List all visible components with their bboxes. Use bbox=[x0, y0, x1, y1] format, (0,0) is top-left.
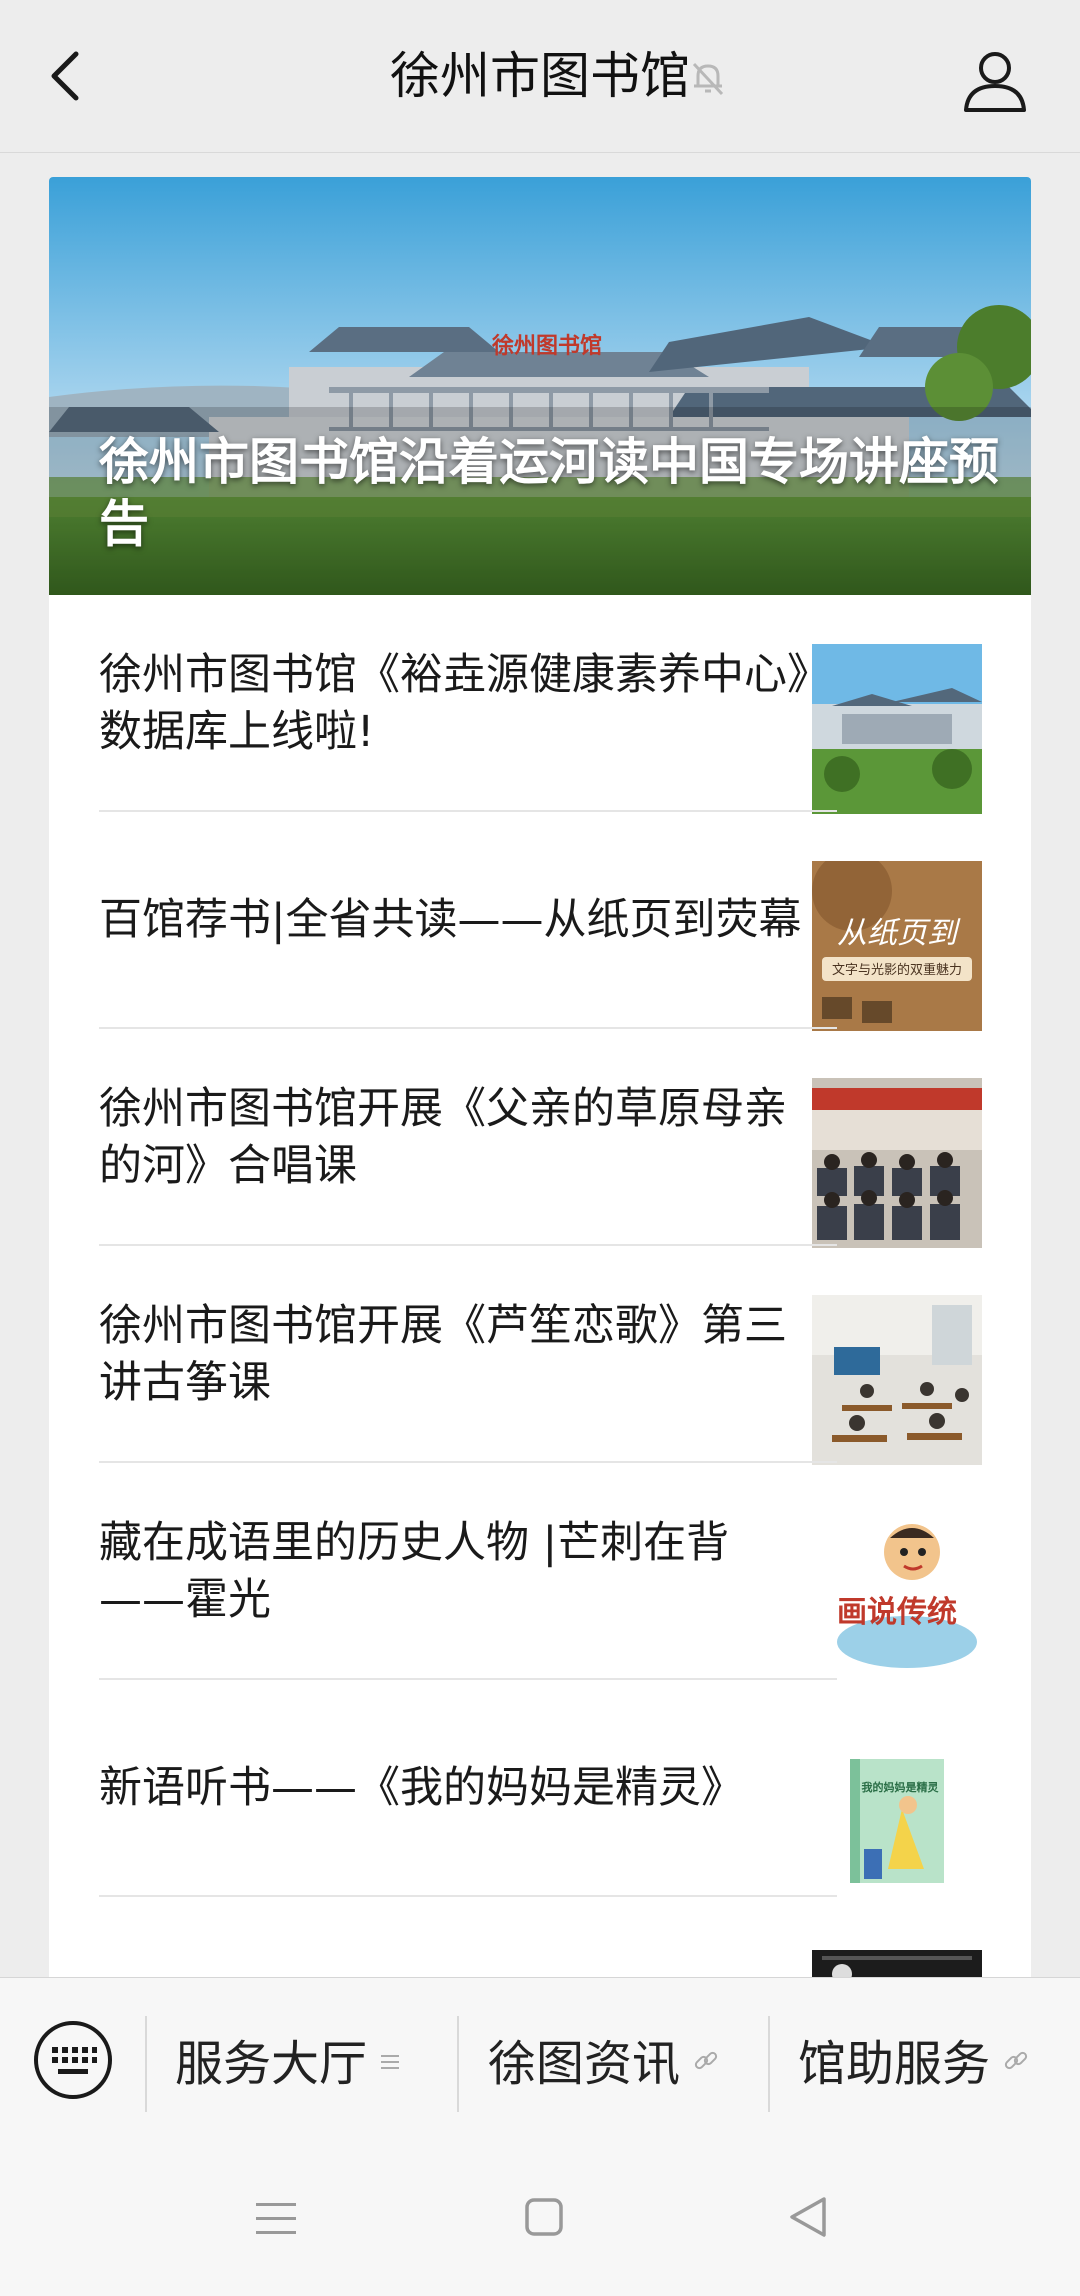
article-thumbnail: 从纸页到 文字与光影的双重魅力 bbox=[812, 861, 982, 1031]
menu-item-assist-service[interactable]: 馆助服务 bbox=[798, 2018, 1030, 2100]
link-icon bbox=[1002, 2031, 1030, 2087]
keyboard-button[interactable] bbox=[32, 2019, 114, 2101]
article-title: 藏在成语里的历史人物 |芒刺在背——霍光 bbox=[99, 1517, 730, 1625]
building-sign: 徐州图书馆 bbox=[491, 333, 602, 359]
thumb-text: 画说传统 bbox=[837, 1595, 957, 1630]
list-item[interactable]: 徐州市图书馆开展《芦笙恋歌》第三讲古筝课 bbox=[49, 1246, 1031, 1465]
bell-off-icon bbox=[688, 58, 728, 98]
list-item[interactable]: 徐州市图书馆开展《父亲的草原母亲的河》合唱课 bbox=[49, 1029, 1031, 1248]
bottom-menu: 服务大厅 徐图资讯 馆助服务 bbox=[0, 1977, 1080, 2128]
article-title: 新语听书——《我的妈妈是精灵》 bbox=[99, 1763, 744, 1813]
thumb-main-text: 从纸页到 bbox=[837, 916, 961, 951]
article-thumbnail bbox=[812, 1295, 982, 1465]
article-thumbnail bbox=[812, 1078, 982, 1248]
system-navigation-bar bbox=[0, 2127, 1080, 2296]
article-thumbnail: 我的妈妈是精灵 bbox=[812, 1729, 982, 1899]
list-icon bbox=[379, 2031, 401, 2087]
article-thumbnail bbox=[812, 644, 982, 814]
header-bar: 徐州市图书馆 bbox=[0, 0, 1080, 153]
menu-item-service-hall[interactable]: 服务大厅 bbox=[175, 2018, 401, 2100]
list-item[interactable]: 新语听书——《我的妈妈是精灵》 我的妈妈是精灵 bbox=[49, 1680, 1031, 1899]
article-title: 徐州市图书馆开展《芦笙恋歌》第三讲古筝课 bbox=[99, 1300, 787, 1408]
list-item[interactable]: 百馆荐书|全省共读——从纸页到荧幕 从纸页到 文字与光影的双重魅力 bbox=[49, 812, 1031, 1031]
article-title: 徐州市图书馆开展《父亲的草原母亲的河》合唱课 bbox=[99, 1083, 787, 1191]
link-icon bbox=[692, 2031, 720, 2087]
hero-title: 徐州市图书馆沿着运河读中国专场讲座预告 bbox=[99, 433, 999, 553]
article-title: 徐州市图书馆《裕垚源健康素养中心》数据库上线啦! bbox=[99, 649, 809, 757]
menu-divider bbox=[457, 2016, 459, 2112]
menu-item-label: 服务大厅 bbox=[175, 2036, 368, 2092]
book-title-text: 我的妈妈是精灵 bbox=[862, 1780, 940, 1794]
back-icon[interactable] bbox=[786, 2193, 830, 2241]
menu-divider bbox=[768, 2016, 770, 2112]
article-card: 徐州图书馆 徐州市图书馆沿着运河读中国专场讲座预告 徐州市图书馆《裕垚源健康素养… bbox=[49, 177, 1031, 1977]
person-icon bbox=[964, 52, 1026, 112]
keyboard-icon bbox=[34, 2021, 112, 2099]
menu-item-label: 徐图资讯 bbox=[488, 2036, 681, 2092]
menu-icon[interactable] bbox=[254, 2199, 298, 2239]
divider bbox=[99, 1895, 837, 1897]
list-item[interactable]: 徐州市图书馆《裕垚源健康素养中心》数据库上线啦! bbox=[49, 595, 1031, 814]
home-icon[interactable] bbox=[524, 2197, 564, 2237]
menu-divider bbox=[145, 2016, 147, 2112]
menu-item-news[interactable]: 徐图资讯 bbox=[488, 2018, 720, 2100]
article-title: 百馆荐书|全省共读——从纸页到荧幕 bbox=[99, 895, 802, 945]
thumb-sub-text: 文字与光影的双重魅力 bbox=[832, 962, 962, 978]
page-title: 徐州市图书馆 bbox=[390, 47, 690, 105]
list-item[interactable]: 藏在成语里的历史人物 |芒刺在背——霍光 画说传统 bbox=[49, 1463, 1031, 1682]
article-thumbnail: 画说传统 bbox=[812, 1512, 982, 1682]
hero-article[interactable]: 徐州图书馆 徐州市图书馆沿着运河读中国专场讲座预告 bbox=[49, 177, 1031, 595]
menu-item-label: 馆助服务 bbox=[798, 2036, 991, 2092]
profile-button[interactable] bbox=[960, 46, 1030, 116]
article-thumbnail bbox=[812, 1950, 982, 1977]
